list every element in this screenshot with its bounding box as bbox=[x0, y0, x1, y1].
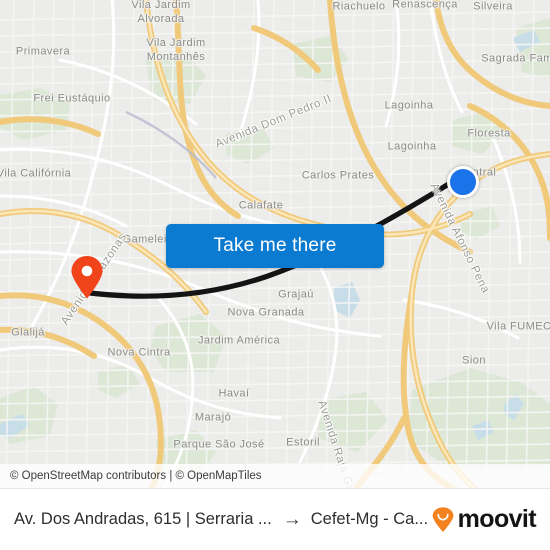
map-canvas[interactable]: Vila Jardim Alvorada Riachuelo Renascença… bbox=[0, 0, 550, 488]
moovit-map-widget: Vila Jardim Alvorada Riachuelo Renascença… bbox=[0, 0, 550, 550]
map-attribution: © OpenStreetMap contributors | © OpenMap… bbox=[0, 464, 550, 488]
moovit-pin-icon bbox=[432, 506, 454, 532]
trip-summary-bar: Av. Dos Andradas, 615 | Serraria ... → C… bbox=[0, 488, 550, 550]
origin-pin-icon[interactable] bbox=[70, 255, 104, 299]
destination-label: Cefet-Mg - Ca... bbox=[310, 510, 429, 528]
origin-address-label: Av. Dos Andradas, 615 | Serraria ... bbox=[14, 510, 272, 528]
destination-dot-icon[interactable] bbox=[447, 166, 479, 198]
take-me-there-button[interactable]: Take me there bbox=[166, 224, 384, 268]
moovit-wordmark: moovit bbox=[457, 505, 537, 533]
arrow-right-icon: → bbox=[282, 509, 302, 530]
moovit-logo[interactable]: moovit bbox=[430, 505, 537, 534]
